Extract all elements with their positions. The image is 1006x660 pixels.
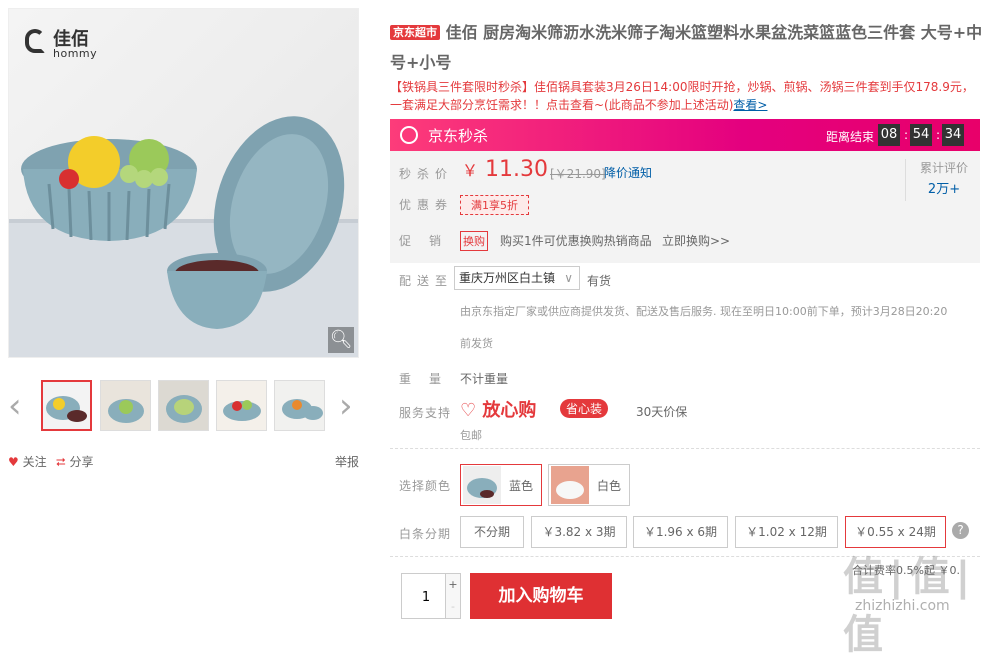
installment-6[interactable]: ￥1.96 x 6期 bbox=[633, 516, 728, 548]
brand-logo-en: hommy bbox=[53, 47, 98, 60]
promotion-link[interactable]: 立即换购>> bbox=[662, 232, 730, 249]
promo-link[interactable]: 查看> bbox=[733, 98, 767, 112]
price-label: 秒杀价 bbox=[399, 167, 454, 181]
watermark-site: zhizhizhi.com bbox=[855, 598, 950, 614]
follow-button[interactable]: ♥ 关注 bbox=[8, 453, 47, 470]
share-icon: ⮂ bbox=[56, 455, 66, 469]
chevron-down-icon: ∨ bbox=[564, 271, 573, 285]
clock-icon bbox=[400, 126, 418, 144]
promotion-label: 促销 bbox=[399, 234, 460, 248]
color-swatch-white bbox=[551, 466, 589, 504]
coupon-badge[interactable]: 满1享5折 bbox=[460, 195, 529, 215]
main-product-image[interactable]: 佳佰 hommy 🔍︎ bbox=[8, 8, 359, 358]
weight-value: 不计重量 bbox=[460, 372, 509, 386]
color-label: 选择颜色 bbox=[399, 479, 452, 493]
add-to-cart-button[interactable]: 加入购物车 bbox=[470, 573, 612, 619]
price-notify-link[interactable]: 降价通知 bbox=[604, 164, 652, 181]
delivery-location-select[interactable]: 重庆万州区白土镇 ∨ bbox=[454, 266, 580, 290]
thumbnail-prev-arrow-icon[interactable]: ‹ bbox=[8, 386, 22, 426]
color-option-white[interactable]: 白色 bbox=[548, 464, 630, 506]
heart-icon: ♥ bbox=[8, 455, 19, 469]
quantity-input[interactable] bbox=[402, 574, 450, 620]
share-button[interactable]: ⮂ 分享 bbox=[56, 453, 93, 470]
color-swatch-blue bbox=[463, 466, 501, 504]
service-brand: ♡ 放心购 bbox=[460, 400, 537, 421]
brand-logo-icon bbox=[25, 29, 45, 53]
thumbnail-2[interactable] bbox=[100, 380, 151, 431]
thumbnail-3[interactable] bbox=[158, 380, 209, 431]
quantity-minus-button[interactable]: - bbox=[445, 596, 460, 618]
stock-status: 有货 bbox=[587, 274, 612, 288]
promo-banner: 【铁锅具三件套限时秒杀】佳佰锅具套装3月26日14:00限时开抢，炒锅、煎锅、汤… bbox=[390, 78, 985, 114]
currency-symbol: ￥ bbox=[462, 161, 479, 180]
installment-12[interactable]: ￥1.02 x 12期 bbox=[735, 516, 838, 548]
seckill-bar: 京东秒杀 距离结束 08 : 54 : 34 bbox=[390, 119, 980, 151]
delivery-notice: 由京东指定厂家或供应商提供发货、配送及售后服务. 现在至明日10:00前下单，预… bbox=[460, 305, 948, 318]
price-protect[interactable]: 30天价保 bbox=[636, 403, 687, 420]
quantity-stepper[interactable]: + - bbox=[401, 573, 461, 620]
service-label: 服务支持 bbox=[399, 406, 452, 420]
countdown-hours: 08 bbox=[878, 124, 900, 146]
weight-label: 重量 bbox=[399, 372, 460, 386]
help-icon[interactable]: ? bbox=[952, 522, 969, 539]
thumbnail-1[interactable] bbox=[41, 380, 92, 431]
seckill-label: 京东秒杀 bbox=[428, 127, 489, 145]
thumbnail-4[interactable] bbox=[216, 380, 267, 431]
countdown-minutes: 54 bbox=[910, 124, 932, 146]
installment-label: 白条分期 bbox=[399, 527, 452, 541]
thumbnail-next-arrow-icon[interactable]: › bbox=[339, 386, 353, 426]
quantity-plus-button[interactable]: + bbox=[445, 574, 460, 597]
report-link[interactable]: 举报 bbox=[335, 453, 359, 470]
installment-none[interactable]: 不分期 bbox=[460, 516, 524, 548]
product-title-block: 京东超市 佳佰 厨房淘米筛沥水洗米筛子淘米篮塑料水果盆洗菜篮蓝色三件套 大号+中… bbox=[390, 18, 985, 78]
countdown-seconds: 34 bbox=[942, 124, 964, 146]
heart-shield-icon: ♡ bbox=[460, 400, 477, 421]
delivery-label: 配送至 bbox=[399, 274, 454, 288]
product-title: 佳佰 厨房淘米筛沥水洗米筛子淘米篮塑料水果盆洗菜篮蓝色三件套 大号+中号+小号 bbox=[390, 23, 983, 72]
original-price: [￥21.90] bbox=[550, 167, 606, 181]
rating-count: 2万+ bbox=[927, 182, 961, 197]
product-photo bbox=[9, 116, 358, 357]
promotion-tag: 换购 bbox=[460, 231, 488, 251]
promotion-text: 购买1件可优惠换购热销商品 bbox=[500, 234, 652, 248]
zoom-magnifier-icon[interactable]: 🔍︎ bbox=[328, 327, 354, 353]
store-tag: 京东超市 bbox=[390, 25, 440, 40]
price-box: 秒杀价 ￥ 11.30 [￥21.90] 降价通知 累计评价 2万+ 优惠券 满… bbox=[390, 151, 980, 263]
thumbnail-5[interactable] bbox=[274, 380, 325, 431]
free-shipping: 包邮 bbox=[460, 429, 482, 442]
rating-label: 累计评价 bbox=[920, 161, 969, 175]
installment-3[interactable]: ￥3.82 x 3期 bbox=[531, 516, 627, 548]
color-option-blue[interactable]: 蓝色 bbox=[460, 464, 542, 506]
promo-text: 【铁锅具三件套限时秒杀】佳佰锅具套装3月26日14:00限时开抢，炒锅、煎锅、汤… bbox=[390, 80, 974, 112]
rating-summary[interactable]: 累计评价 2万+ bbox=[905, 159, 968, 201]
service-badge: 省心装 bbox=[560, 399, 609, 418]
countdown-label: 距离结束 bbox=[826, 130, 875, 144]
delivery-notice-2: 前发货 bbox=[460, 337, 493, 350]
price-value: 11.30 bbox=[485, 157, 548, 182]
seckill-price: ￥ 11.30 bbox=[462, 157, 548, 182]
coupon-label: 优惠券 bbox=[399, 198, 454, 212]
